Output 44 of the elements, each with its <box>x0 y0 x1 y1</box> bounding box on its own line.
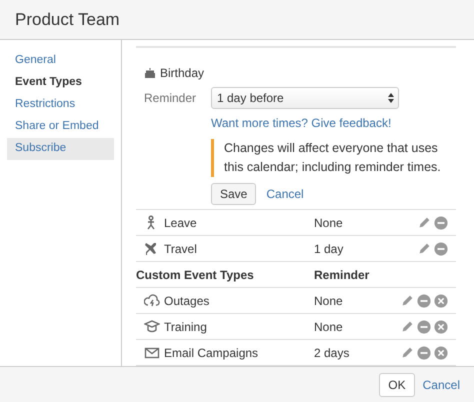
sidebar-item[interactable]: Share or Embed <box>7 116 114 138</box>
cancel-link[interactable]: Cancel <box>422 376 460 394</box>
minus-circle-icon[interactable] <box>434 216 448 230</box>
remove-icon[interactable] <box>434 320 448 334</box>
remove-icon[interactable] <box>434 294 448 308</box>
sidebar-item[interactable]: Restrictions <box>7 94 114 116</box>
feedback-link[interactable]: Want more times? Give feedback! <box>211 116 392 130</box>
reminder-value: None <box>314 318 344 336</box>
event-type-name: Leave <box>164 214 197 232</box>
minus-circle-icon[interactable] <box>417 320 431 334</box>
pencil-icon[interactable] <box>401 320 414 333</box>
reminder-select[interactable]: 1 day before <box>211 87 399 109</box>
reminder-label: Reminder <box>144 90 198 107</box>
minus-circle-icon[interactable] <box>417 294 431 308</box>
minus-circle-icon[interactable] <box>434 242 448 256</box>
cake-icon <box>144 67 156 79</box>
event-type-name: Outages <box>164 292 210 310</box>
column-header: Reminder <box>314 266 370 284</box>
cancel-link[interactable]: Cancel <box>266 185 304 203</box>
sidebar-item[interactable]: Event Types <box>7 72 114 94</box>
column-header: Custom Event Types <box>136 266 255 284</box>
remove-icon[interactable] <box>434 346 448 360</box>
event-name: Birthday <box>160 65 204 82</box>
window-title: Product Team <box>15 8 120 31</box>
graduation-cap-icon <box>144 318 160 334</box>
reminder-value: None <box>314 214 344 232</box>
sidebar-item[interactable]: Subscribe <box>7 138 114 160</box>
minus-circle-icon[interactable] <box>417 346 431 360</box>
ok-button[interactable]: OK <box>379 372 415 396</box>
cloud-bolt-icon <box>144 292 160 308</box>
event-type-name: Training <box>164 318 207 336</box>
event-type-name: Travel <box>164 240 197 258</box>
pencil-icon[interactable] <box>418 216 431 229</box>
sidebar-item[interactable]: General <box>7 50 114 72</box>
pencil-icon[interactable] <box>401 346 414 359</box>
reminder-value: 1 day <box>314 240 344 258</box>
select-arrows-icon <box>388 93 394 103</box>
save-button[interactable]: Save <box>211 183 256 205</box>
reminder-value: 2 days <box>314 344 350 362</box>
reminder-value: None <box>314 292 344 310</box>
pencil-icon[interactable] <box>418 242 431 255</box>
pencil-icon[interactable] <box>401 294 414 307</box>
event-type-name: Email Campaigns <box>164 344 258 362</box>
notice-text: Changes will affect everyone that uses this calendar; including reminder times. <box>223 140 442 176</box>
